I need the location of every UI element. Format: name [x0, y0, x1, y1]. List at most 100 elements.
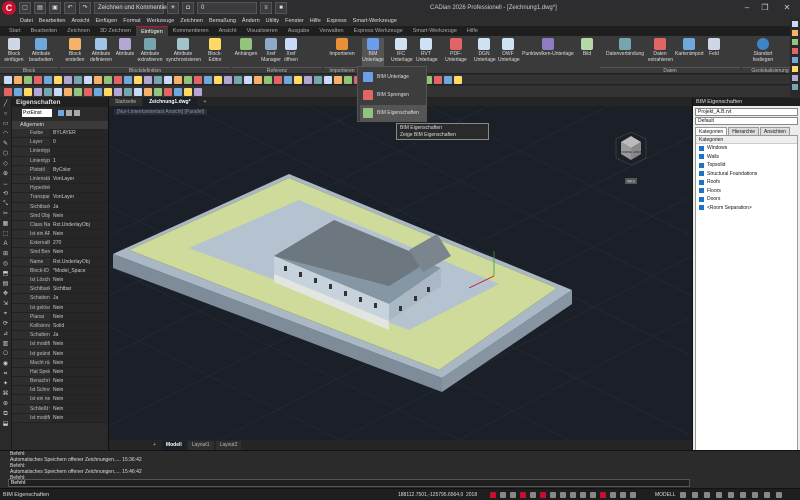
- menu-3[interactable]: Einfügen: [96, 18, 118, 24]
- side-tool-icon[interactable]: [792, 39, 798, 45]
- property-value[interactable]: Ja: [50, 294, 108, 303]
- property-row[interactable]: Macht rückgän...Nein: [12, 358, 108, 368]
- ribbon-tab-9[interactable]: Verwalten: [314, 26, 348, 36]
- toolbar-tool-icon[interactable]: [104, 76, 112, 84]
- bim-category-item[interactable]: <Room Separation>: [696, 204, 797, 213]
- checkbox-icon[interactable]: [699, 162, 704, 168]
- property-value[interactable]: *Model_Space: [50, 266, 108, 275]
- property-row[interactable]: TransparenzVonLayer: [12, 193, 108, 203]
- property-row[interactable]: Sind Berechnt...Nein: [12, 248, 108, 258]
- draw-tool-icon[interactable]: ▤: [2, 280, 10, 288]
- status-model[interactable]: MODELL: [655, 489, 676, 500]
- tab-model[interactable]: Modell: [161, 440, 186, 450]
- map-import-button[interactable]: Kartenimport: [675, 38, 704, 66]
- property-value[interactable]: Rxt.UnderlayObj: [50, 220, 108, 230]
- pdf-underlay-button[interactable]: PDF-Unterlage: [440, 38, 472, 66]
- toolbar-tool-icon[interactable]: [114, 76, 122, 84]
- tab-categories[interactable]: Kategorien: [695, 127, 728, 135]
- attr-define-button[interactable]: Attribute definieren: [89, 38, 113, 66]
- toolbar-tool-icon[interactable]: [104, 88, 112, 96]
- dwf-underlay-button[interactable]: DWF Unterlage: [498, 38, 520, 66]
- toolbar-tool-icon[interactable]: [164, 88, 172, 96]
- toolbar-tool-icon[interactable]: [14, 76, 22, 84]
- polar-icon[interactable]: [520, 492, 526, 498]
- block-create-button[interactable]: Block erstellen: [63, 38, 87, 66]
- maximize-icon[interactable]: ❐: [758, 2, 772, 14]
- annotation-icon[interactable]: [600, 492, 606, 498]
- toolbar-tool-icon[interactable]: [124, 76, 132, 84]
- field-button[interactable]: Feld: [706, 38, 722, 66]
- attr-edit-button[interactable]: Attribute bearbeiten: [28, 38, 54, 66]
- category-general[interactable]: Allgemein: [12, 121, 108, 129]
- property-value[interactable]: Nein: [50, 211, 108, 220]
- property-row[interactable]: Linientyp: [12, 147, 108, 157]
- toolbar-tool-icon[interactable]: [94, 76, 102, 84]
- draw-tool-icon[interactable]: ▦: [2, 220, 10, 228]
- bim-underlay-button[interactable]: BIM Unterlage: [362, 38, 384, 66]
- toolbar-tool-icon[interactable]: [244, 76, 252, 84]
- toolbar-tool-icon[interactable]: [4, 76, 12, 84]
- ribbon-tab-1[interactable]: Bearbeiten: [26, 26, 63, 36]
- draw-tool-icon[interactable]: ◉: [2, 360, 10, 368]
- menu-10[interactable]: Fenster: [285, 18, 304, 24]
- ribbon-tab-0[interactable]: Start: [4, 26, 26, 36]
- lineweight-icon[interactable]: [550, 492, 556, 498]
- property-row[interactable]: KollisionstypSolid: [12, 321, 108, 332]
- ribbon-tab-6[interactable]: Ansicht: [214, 26, 242, 36]
- ribbon-tab-2[interactable]: Zeichnen: [62, 26, 95, 36]
- open-folder-icon[interactable]: ▤: [34, 2, 46, 14]
- toolbar-tool-icon[interactable]: [224, 76, 232, 84]
- tab-hierarchy[interactable]: Hierarchie: [728, 127, 759, 135]
- menu-0[interactable]: Datei: [20, 18, 33, 24]
- clean-screen-icon[interactable]: [716, 492, 722, 498]
- layer-manager-icon[interactable]: ≡: [260, 2, 272, 14]
- toolbar-tool-icon[interactable]: [334, 76, 342, 84]
- dgn-underlay-button[interactable]: DGN Unterlage: [474, 38, 496, 66]
- pointcloud-underlay-button[interactable]: Punktwolken-Unterlage: [520, 38, 576, 66]
- menu-5[interactable]: Werkzeuge: [147, 18, 175, 24]
- undo-icon[interactable]: ↶: [64, 2, 76, 14]
- toolbar-tool-icon[interactable]: [184, 76, 192, 84]
- toolbar-tool-icon[interactable]: [134, 88, 142, 96]
- draw-tool-icon[interactable]: ○: [2, 110, 10, 118]
- ribbon-tab-10[interactable]: Express Werkzeuge: [349, 26, 408, 36]
- menu-12[interactable]: Express: [327, 18, 347, 24]
- toolbar-tool-icon[interactable]: [134, 76, 142, 84]
- otrack-icon[interactable]: [540, 492, 546, 498]
- draw-tool-icon[interactable]: ⌗: [2, 370, 10, 378]
- checkbox-icon[interactable]: [699, 205, 704, 211]
- toolbar-tool-icon[interactable]: [264, 76, 272, 84]
- draw-tool-icon[interactable]: ▭: [2, 120, 10, 128]
- isolate-icon[interactable]: [692, 492, 698, 498]
- bim-file-select[interactable]: Projekt_A.B.rvt: [695, 108, 798, 116]
- menu-11[interactable]: Hilfe: [310, 18, 321, 24]
- menu-8[interactable]: Ändern: [242, 18, 260, 24]
- property-row[interactable]: SichtbarkeitJa: [12, 202, 108, 212]
- toolbar-tool-icon[interactable]: [84, 88, 92, 96]
- draw-tool-icon[interactable]: ◇: [2, 160, 10, 168]
- ribbon-tab-7[interactable]: Visualisieren: [242, 26, 283, 36]
- image-button[interactable]: Bild: [578, 38, 596, 66]
- workspace-icon[interactable]: [610, 492, 616, 498]
- property-row[interactable]: Plotstil ByColor: [12, 165, 108, 175]
- toolbar-tool-icon[interactable]: [154, 88, 162, 96]
- lock-ui-icon[interactable]: [740, 492, 746, 498]
- viewport-view-label[interactable]: [Nur-Linienkantenlast Ansicht] [Parallel…: [114, 109, 207, 115]
- toolbar-tool-icon[interactable]: [144, 76, 152, 84]
- menu-icon[interactable]: [776, 492, 782, 498]
- attach-button[interactable]: Anhängen: [233, 38, 259, 66]
- data-extract-button[interactable]: Daten extrahieren: [648, 38, 673, 66]
- draw-tool-icon[interactable]: ⬚: [2, 230, 10, 238]
- property-row[interactable]: Schließt wirklichNein: [12, 404, 108, 414]
- toolbar-tool-icon[interactable]: [84, 76, 92, 84]
- redo-icon[interactable]: ↷: [79, 2, 91, 14]
- ribbon-tab-8[interactable]: Ausgabe: [283, 26, 315, 36]
- grid-icon[interactable]: [500, 492, 506, 498]
- object-selector[interactable]: PxrEinst: [22, 109, 52, 117]
- minimize-icon[interactable]: –: [740, 2, 754, 14]
- quick-select-icon[interactable]: [58, 110, 64, 116]
- color-icon[interactable]: ■: [275, 2, 287, 14]
- property-row[interactable]: BenachrichtigtNein: [12, 377, 108, 387]
- property-value[interactable]: Nein: [50, 386, 108, 395]
- drawing-viewport[interactable]: VORNE LINKS WKS [Nur-Linienkantenlast An…: [109, 106, 692, 440]
